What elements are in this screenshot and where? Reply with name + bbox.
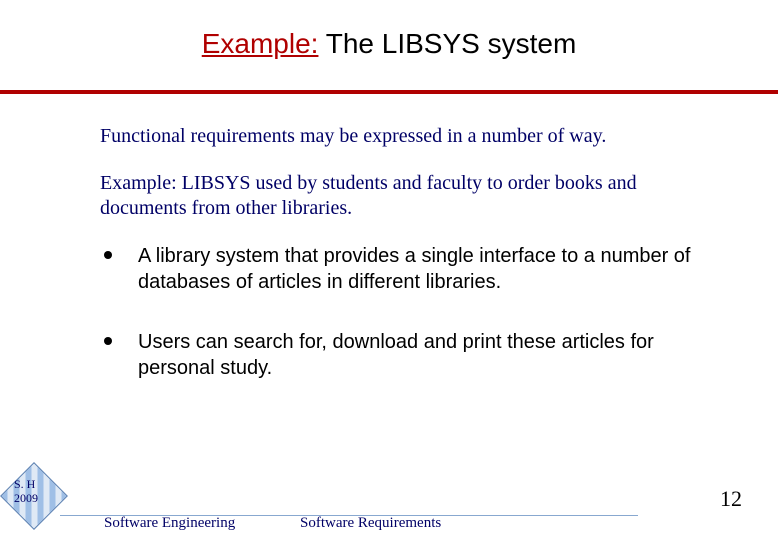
- page-number: 12: [720, 486, 742, 512]
- footer: S. H 2009 Software Engineering Software …: [0, 480, 778, 520]
- author-initials: S. H: [14, 477, 35, 491]
- content-area: Functional requirements may be expressed…: [0, 94, 778, 381]
- context-paragraph: Example: LIBSYS used by students and fac…: [100, 171, 718, 221]
- bullet-list: A library system that provides a single …: [100, 243, 718, 381]
- author-badge: S. H 2009: [14, 478, 38, 506]
- list-item: Users can search for, download and print…: [104, 329, 718, 381]
- footer-topic: Software Requirements: [300, 515, 441, 532]
- footer-course: Software Engineering: [104, 515, 235, 532]
- title-main: The LIBSYS system: [318, 28, 576, 59]
- list-item: A library system that provides a single …: [104, 243, 718, 295]
- title-prefix: Example:: [202, 28, 319, 59]
- slide-title: Example: The LIBSYS system: [0, 0, 778, 60]
- intro-paragraph: Functional requirements may be expressed…: [100, 124, 718, 149]
- author-year: 2009: [14, 491, 38, 505]
